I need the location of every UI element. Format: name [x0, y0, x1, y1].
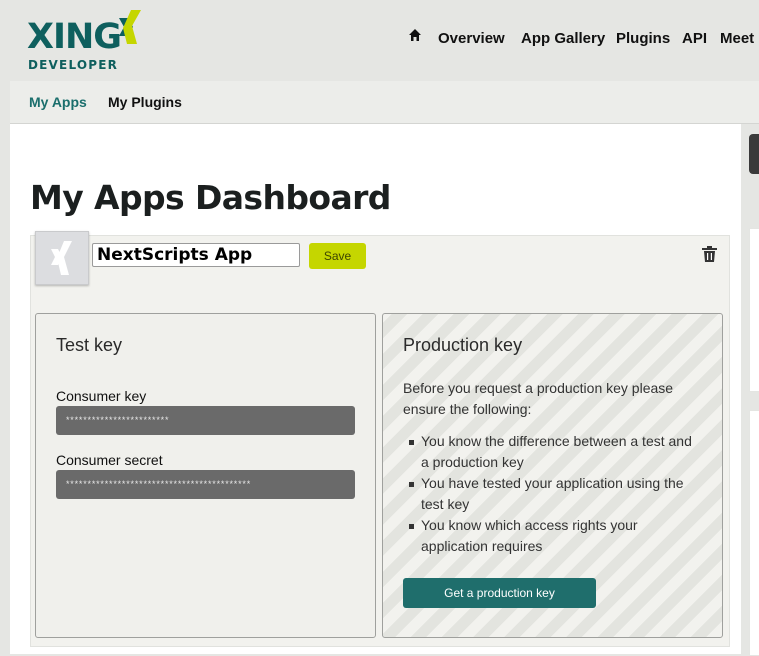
consumer-key-label: Consumer key	[56, 388, 147, 404]
save-button[interactable]: Save	[309, 243, 366, 269]
consumer-key-field[interactable]: ************************	[56, 406, 355, 435]
production-key-intro: Before you request a production key plea…	[403, 380, 674, 417]
xing-x-icon	[119, 10, 141, 44]
sidebar-box	[749, 410, 759, 656]
app-avatar	[35, 231, 89, 285]
subnav-my-plugins[interactable]: My Plugins	[108, 94, 182, 110]
nav-meet[interactable]: Meet	[720, 30, 754, 48]
nav-plugins[interactable]: Plugins	[616, 30, 670, 48]
list-item: You know the difference between a test a…	[403, 431, 703, 473]
sidebar-button[interactable]	[749, 134, 759, 174]
site-header: XING DEVELOPER Overview App Gallery Plug…	[0, 0, 759, 80]
list-item: You know which access rights your applic…	[403, 515, 703, 557]
xing-logo-icon	[51, 241, 72, 275]
list-item: You have tested your application using t…	[403, 473, 703, 515]
get-production-key-button[interactable]: Get a production key	[403, 578, 596, 608]
production-key-title: Production key	[403, 335, 523, 355]
subnav-my-apps[interactable]: My Apps	[29, 94, 87, 110]
test-key-panel: Test key Consumer key ******************…	[35, 313, 376, 638]
nav-overview[interactable]: Overview	[438, 30, 505, 48]
production-key-panel: Production key Before you request a prod…	[382, 313, 723, 638]
consumer-secret-label: Consumer secret	[56, 452, 163, 468]
logo-wordmark: XING	[27, 17, 122, 57]
home-icon[interactable]	[408, 28, 422, 42]
page-title: My Apps Dashboard	[30, 178, 391, 217]
requirements-list: You know the difference between a test a…	[403, 431, 703, 557]
sub-nav: My Apps My Plugins	[10, 81, 759, 124]
test-key-title: Test key	[56, 335, 123, 355]
app-name-input[interactable]	[92, 243, 300, 267]
logo-tagline: DEVELOPER	[28, 58, 119, 72]
trash-icon[interactable]	[702, 246, 717, 262]
consumer-secret-field[interactable]: ****************************************…	[56, 470, 355, 499]
nav-app-gallery[interactable]: App Gallery	[521, 30, 605, 48]
nav-api[interactable]: API	[682, 30, 707, 48]
sidebar-box	[749, 228, 759, 392]
